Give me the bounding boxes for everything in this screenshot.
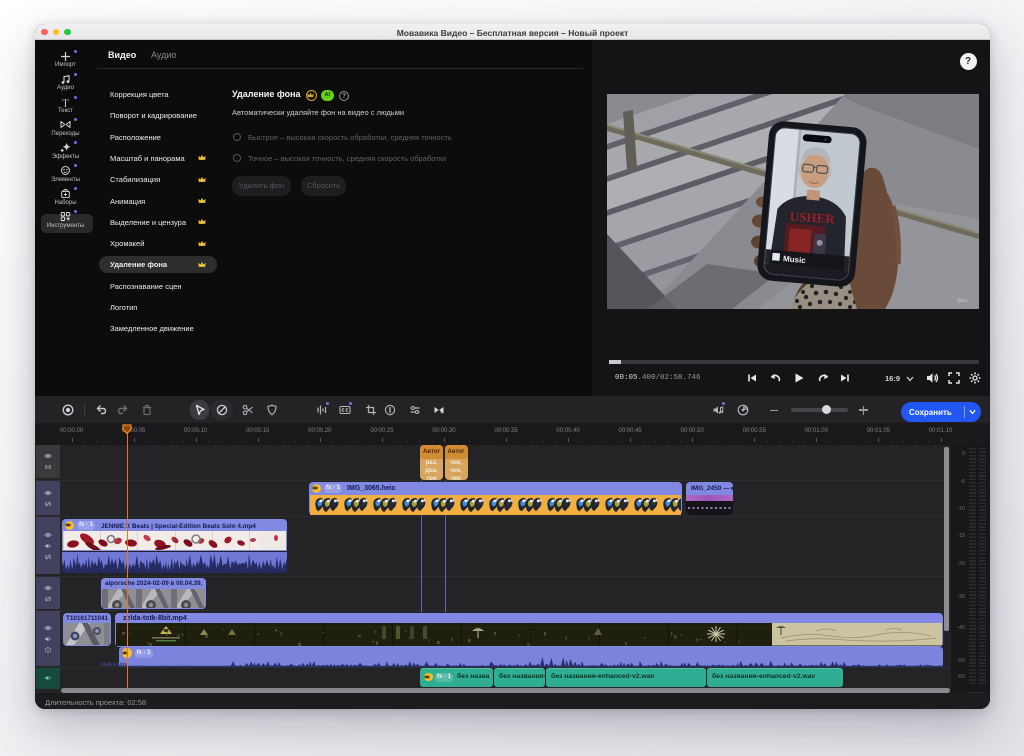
svg-text:@bw: @bw (957, 298, 968, 303)
svg-text:USHER: USHER (789, 209, 835, 226)
svg-text:T: T (62, 98, 69, 106)
